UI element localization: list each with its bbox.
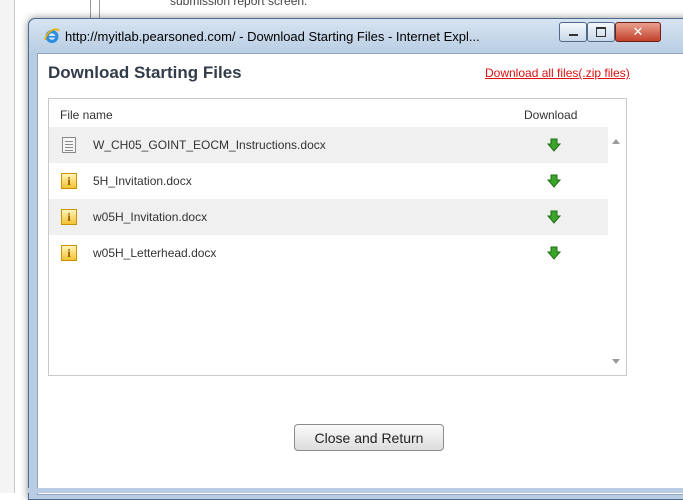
file-name: W_CH05_GOINT_EOCM_Instructions.docx: [93, 138, 326, 152]
download-icon[interactable]: [546, 137, 562, 153]
file-name-header: File name: [60, 108, 113, 122]
background-text: submission report screen.: [170, 0, 308, 8]
maximize-icon: [596, 27, 606, 37]
download-all-link[interactable]: Download all files(.zip files): [485, 66, 630, 80]
close-and-return-button[interactable]: Close and Return: [294, 424, 444, 451]
download-icon[interactable]: [546, 209, 562, 225]
window-titlebar[interactable]: http://myitlab.pearsoned.com/ - Download…: [29, 19, 683, 53]
scroll-down-arrow-icon[interactable]: [612, 359, 620, 364]
table-row: i w05H_Letterhead.docx: [49, 235, 608, 271]
scroll-up-arrow-icon[interactable]: [612, 139, 620, 144]
document-icon: [61, 137, 77, 153]
download-icon[interactable]: [546, 173, 562, 189]
close-icon: ✕: [632, 24, 644, 40]
table-row: W_CH05_GOINT_EOCM_Instructions.docx: [49, 127, 608, 163]
file-name: w05H_Letterhead.docx: [93, 246, 217, 260]
page-title: Download Starting Files: [48, 63, 242, 82]
window-title: http://myitlab.pearsoned.com/ - Download…: [65, 29, 480, 44]
background-column: [90, 0, 100, 20]
minimize-button[interactable]: [559, 22, 587, 42]
file-name: w05H_Invitation.docx: [93, 210, 208, 224]
table-row: i 5H_Invitation.docx: [49, 163, 608, 199]
download-header: Download: [524, 108, 578, 122]
file-name: 5H_Invitation.docx: [93, 174, 192, 188]
internet-explorer-icon: [44, 28, 60, 43]
close-window-button[interactable]: ✕: [615, 22, 661, 42]
maximize-button[interactable]: [587, 22, 615, 42]
info-icon: i: [61, 173, 77, 189]
info-icon: i: [61, 209, 77, 225]
minimize-icon: [568, 34, 578, 36]
info-icon: i: [61, 245, 77, 261]
table-scrollbar[interactable]: [608, 127, 625, 374]
files-table: File name Download W_CH05_GOINT_EOCM_Ins…: [48, 98, 627, 376]
download-icon[interactable]: [546, 245, 562, 261]
table-header-row: File name Download: [49, 99, 626, 127]
background-left-border: [0, 0, 15, 493]
table-row: i w05H_Invitation.docx: [49, 199, 608, 235]
window-bottom-edge: [28, 488, 683, 493]
